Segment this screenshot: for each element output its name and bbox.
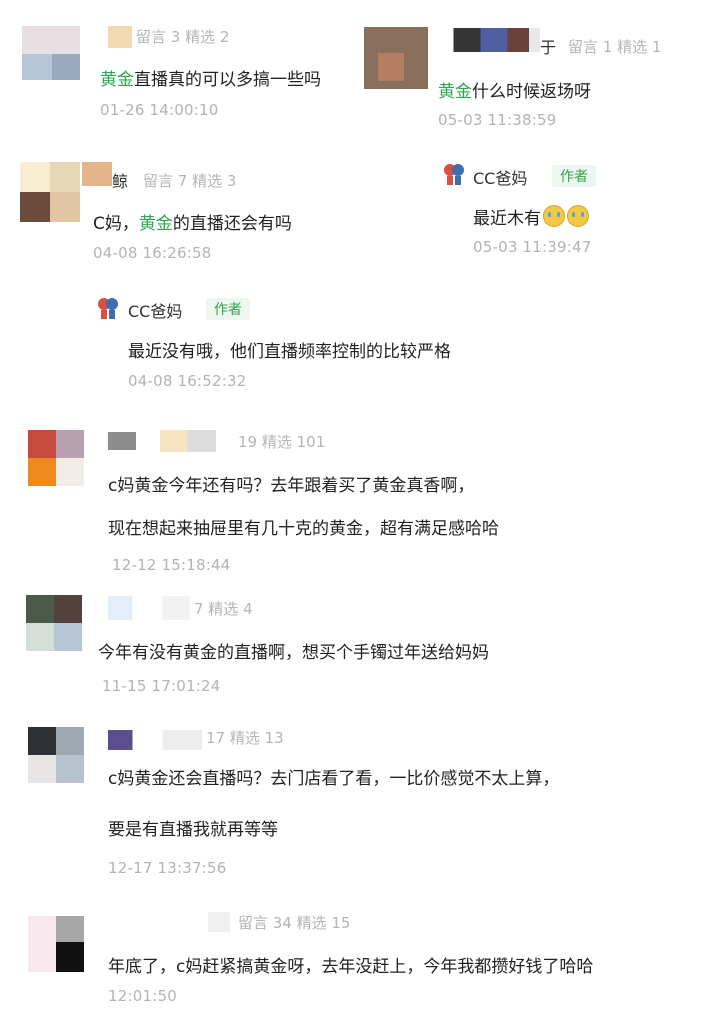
username-tail: 于 [540,38,557,57]
comment-meta: 留言 7 精选 3 [143,172,237,190]
avatar[interactable] [28,727,84,783]
blurred-username [160,430,216,452]
comment-text: c妈黄金还会直播吗？去门店看了看，一比价感觉不太上算， [108,769,560,789]
comment-time: 12-17 13:37:56 [108,859,227,877]
comment-text: C妈，黄金的直播还会有吗 [93,214,292,234]
reply-time: 04-08 16:52:32 [128,372,247,390]
author-avatar[interactable] [442,162,466,186]
author-badge: 作者 [206,298,250,320]
avatar[interactable] [22,26,80,80]
reply-time: 05-03 11:39:47 [473,238,592,256]
crying-emoji-icon [567,205,589,227]
blurred-username [432,28,540,52]
avatar[interactable] [26,595,82,651]
blurred-username [108,26,132,48]
author-name: CC爸妈 [128,302,183,321]
comment-meta: 留言 1 精选 1 [568,38,662,56]
crying-emoji-icon [543,205,565,227]
comment-text-line2: 要是有直播我就再等等 [108,820,278,840]
blurred-username [208,912,230,932]
comment-text-line2: 现在想起来抽屉里有几十克的黄金，超有满足感哈哈 [108,519,499,539]
username-tail: 鲸 [112,172,129,191]
comment-time: 12:01:50 [108,987,177,1005]
author-name: CC爸妈 [473,169,528,188]
blurred-username [108,596,190,620]
comment-meta: 17 精选 13 [206,729,284,747]
comment-time: 11-15 17:01:24 [102,677,221,695]
reply-text: 最近木有 [473,204,589,229]
comment-time: 01-26 14:00:10 [100,101,219,119]
comment-meta: 19 精选 101 [238,433,326,451]
blurred-username [82,162,112,186]
comment-text: 黄金直播真的可以多搞一些吗 [100,70,321,90]
reply-text: 最近没有哦，他们直播频率控制的比较严格 [128,342,451,362]
comment-meta: 留言 3 精选 2 [136,28,230,46]
comment-time: 12-12 15:18:44 [112,556,231,574]
blurred-username [108,432,136,450]
avatar[interactable] [364,27,428,89]
avatar[interactable] [28,430,84,486]
avatar[interactable] [20,162,80,222]
comment-time: 05-03 11:38:59 [438,111,557,129]
comment-text: 今年有没有黄金的直播啊，想买个手镯过年送给妈妈 [98,643,489,663]
comment-meta: 留言 34 精选 15 [238,914,351,932]
comment-time: 04-08 16:26:58 [93,244,212,262]
comment-meta: 7 精选 4 [194,600,253,618]
author-badge: 作者 [552,165,596,187]
comment-text: 年底了，c妈赶紧搞黄金呀，去年没赶上，今年我都攒好钱了哈哈 [108,957,594,977]
blurred-username [108,730,202,750]
comment-text: 黄金什么时候返场呀 [438,82,591,102]
comment-text: c妈黄金今年还有吗？去年跟着买了黄金真香啊， [108,476,475,496]
author-avatar[interactable] [96,296,120,320]
avatar[interactable] [28,916,84,972]
